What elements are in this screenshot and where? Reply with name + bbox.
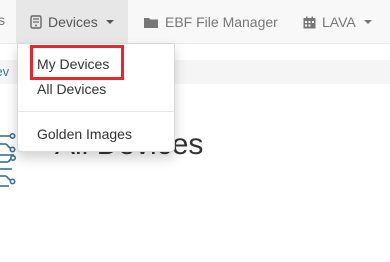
- nav-lava-dropdown[interactable]: LAVA: [303, 0, 372, 44]
- nav-ebf-label: EBF File Manager: [165, 14, 278, 30]
- top-navbar: s Devices EBF File Manager LAVA: [0, 0, 390, 44]
- nav-devices-dropdown[interactable]: Devices: [16, 0, 128, 44]
- chip-icon: [0, 132, 17, 187]
- device-icon: [30, 15, 42, 29]
- menu-item-all-devices[interactable]: All Devices: [18, 77, 174, 101]
- caret-down-icon: [105, 20, 114, 24]
- menu-divider: [18, 111, 174, 112]
- nav-lava-label: LAVA: [322, 14, 356, 30]
- nav-devices-label: Devices: [48, 14, 98, 30]
- folder-icon: [144, 17, 158, 28]
- highlight-box: [30, 45, 124, 80]
- nav-edge-fragment[interactable]: s: [0, 12, 5, 28]
- caret-down-icon: [363, 20, 372, 24]
- calendar-icon: [303, 16, 316, 28]
- breadcrumb-link[interactable]: Dev: [0, 64, 9, 79]
- devices-dropdown-menu: My Devices All Devices Golden Images: [17, 43, 175, 152]
- nav-ebf-file-manager[interactable]: EBF File Manager: [143, 0, 278, 44]
- menu-item-golden-images[interactable]: Golden Images: [18, 122, 174, 146]
